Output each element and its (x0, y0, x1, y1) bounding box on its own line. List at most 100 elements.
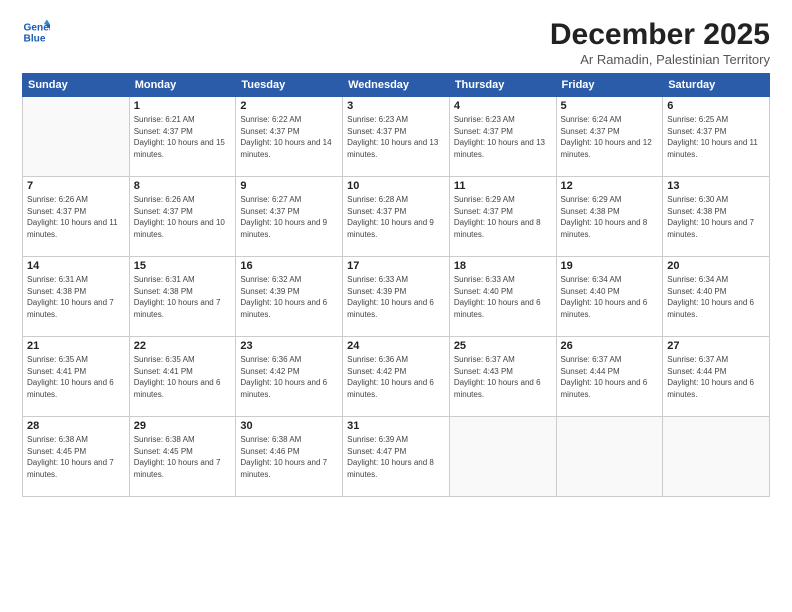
day-cell: 27 Sunrise: 6:37 AMSunset: 4:44 PMDayligh… (663, 337, 770, 417)
logo: General Blue (22, 18, 50, 46)
day-info: Sunrise: 6:23 AMSunset: 4:37 PMDaylight:… (347, 114, 445, 160)
day-cell: 1Sunrise: 6:21 AMSunset: 4:37 PMDaylight… (129, 97, 236, 177)
svg-text:Blue: Blue (24, 33, 46, 44)
week-row-3: 14 Sunrise: 6:31 AMSunset: 4:38 PMDayligh… (23, 257, 770, 337)
week-row-1: 1Sunrise: 6:21 AMSunset: 4:37 PMDaylight… (23, 97, 770, 177)
day-number: 28 (27, 420, 125, 432)
day-info: Sunrise: 6:22 AMSunset: 4:37 PMDaylight:… (240, 114, 338, 160)
day-number: 29 (134, 420, 232, 432)
header-cell-saturday: Saturday (663, 74, 770, 97)
day-number: 8 (134, 180, 232, 192)
day-info: Sunrise: 6:32 AMSunset: 4:39 PMDaylight:… (240, 274, 338, 320)
day-info: Sunrise: 6:34 AMSunset: 4:40 PMDaylight:… (561, 274, 659, 320)
day-cell: 13 Sunrise: 6:30 AMSunset: 4:38 PMDayligh… (663, 177, 770, 257)
day-cell (23, 97, 130, 177)
day-cell: 26Sunrise: 6:37 AMSunset: 4:44 PMDayligh… (556, 337, 663, 417)
day-number: 15 (134, 260, 232, 272)
day-info: Sunrise: 6:38 AMSunset: 4:46 PMDaylight:… (240, 434, 338, 480)
day-info: Sunrise: 6:24 AMSunset: 4:37 PMDaylight:… (561, 114, 659, 160)
page: General Blue December 2025 Ar Ramadin, P… (0, 0, 792, 612)
day-info: Sunrise: 6:26 AMSunset: 4:37 PMDaylight:… (134, 194, 232, 240)
day-cell: 17 Sunrise: 6:33 AMSunset: 4:39 PMDayligh… (343, 257, 450, 337)
day-info: Sunrise: 6:30 AMSunset: 4:38 PMDaylight:… (667, 194, 765, 240)
subtitle: Ar Ramadin, Palestinian Territory (550, 52, 770, 67)
day-info: Sunrise: 6:28 AMSunset: 4:37 PMDaylight:… (347, 194, 445, 240)
header-cell-friday: Friday (556, 74, 663, 97)
day-info: Sunrise: 6:29 AMSunset: 4:38 PMDaylight:… (561, 194, 659, 240)
day-info: Sunrise: 6:38 AMSunset: 4:45 PMDaylight:… (134, 434, 232, 480)
day-info: Sunrise: 6:36 AMSunset: 4:42 PMDaylight:… (240, 354, 338, 400)
day-cell: 31Sunrise: 6:39 AMSunset: 4:47 PMDayligh… (343, 417, 450, 497)
day-cell: 23 Sunrise: 6:36 AMSunset: 4:42 PMDayligh… (236, 337, 343, 417)
day-number: 14 (27, 260, 125, 272)
day-number: 21 (27, 340, 125, 352)
day-number: 23 (240, 340, 338, 352)
day-cell: 29 Sunrise: 6:38 AMSunset: 4:45 PMDayligh… (129, 417, 236, 497)
day-number: 24 (347, 340, 445, 352)
month-title: December 2025 (550, 18, 770, 52)
day-info: Sunrise: 6:27 AMSunset: 4:37 PMDaylight:… (240, 194, 338, 240)
day-number: 22 (134, 340, 232, 352)
day-info: Sunrise: 6:35 AMSunset: 4:41 PMDaylight:… (134, 354, 232, 400)
day-cell: 24 Sunrise: 6:36 AMSunset: 4:42 PMDayligh… (343, 337, 450, 417)
day-cell: 9 Sunrise: 6:27 AMSunset: 4:37 PMDaylight… (236, 177, 343, 257)
day-cell (663, 417, 770, 497)
day-number: 2 (240, 100, 338, 112)
title-area: December 2025 Ar Ramadin, Palestinian Te… (550, 18, 770, 67)
header-cell-monday: Monday (129, 74, 236, 97)
day-info: Sunrise: 6:37 AMSunset: 4:43 PMDaylight:… (454, 354, 552, 400)
day-cell: 18 Sunrise: 6:33 AMSunset: 4:40 PMDayligh… (449, 257, 556, 337)
day-number: 3 (347, 100, 445, 112)
day-number: 5 (561, 100, 659, 112)
day-info: Sunrise: 6:35 AMSunset: 4:41 PMDaylight:… (27, 354, 125, 400)
day-number: 7 (27, 180, 125, 192)
day-cell: 4Sunrise: 6:23 AMSunset: 4:37 PMDaylight… (449, 97, 556, 177)
day-info: Sunrise: 6:31 AMSunset: 4:38 PMDaylight:… (27, 274, 125, 320)
day-cell: 2 Sunrise: 6:22 AMSunset: 4:37 PMDaylight… (236, 97, 343, 177)
day-cell: 7Sunrise: 6:26 AMSunset: 4:37 PMDaylight… (23, 177, 130, 257)
day-number: 4 (454, 100, 552, 112)
day-info: Sunrise: 6:37 AMSunset: 4:44 PMDaylight:… (667, 354, 765, 400)
day-cell: 6 Sunrise: 6:25 AMSunset: 4:37 PMDaylight… (663, 97, 770, 177)
day-info: Sunrise: 6:37 AMSunset: 4:44 PMDaylight:… (561, 354, 659, 400)
day-number: 19 (561, 260, 659, 272)
header-row: SundayMondayTuesdayWednesdayThursdayFrid… (23, 74, 770, 97)
day-info: Sunrise: 6:33 AMSunset: 4:40 PMDaylight:… (454, 274, 552, 320)
day-cell: 3 Sunrise: 6:23 AMSunset: 4:37 PMDaylight… (343, 97, 450, 177)
day-cell (449, 417, 556, 497)
day-number: 27 (667, 340, 765, 352)
day-cell: 21 Sunrise: 6:35 AMSunset: 4:41 PMDayligh… (23, 337, 130, 417)
day-cell: 16 Sunrise: 6:32 AMSunset: 4:39 PMDayligh… (236, 257, 343, 337)
day-number: 9 (240, 180, 338, 192)
day-cell: 11 Sunrise: 6:29 AMSunset: 4:37 PMDayligh… (449, 177, 556, 257)
day-info: Sunrise: 6:36 AMSunset: 4:42 PMDaylight:… (347, 354, 445, 400)
day-number: 31 (347, 420, 445, 432)
day-number: 20 (667, 260, 765, 272)
day-cell: 8 Sunrise: 6:26 AMSunset: 4:37 PMDaylight… (129, 177, 236, 257)
day-cell: 5 Sunrise: 6:24 AMSunset: 4:37 PMDaylight… (556, 97, 663, 177)
day-cell: 19 Sunrise: 6:34 AMSunset: 4:40 PMDayligh… (556, 257, 663, 337)
day-info: Sunrise: 6:31 AMSunset: 4:38 PMDaylight:… (134, 274, 232, 320)
day-cell: 15 Sunrise: 6:31 AMSunset: 4:38 PMDayligh… (129, 257, 236, 337)
header: General Blue December 2025 Ar Ramadin, P… (22, 18, 770, 67)
day-cell: 30 Sunrise: 6:38 AMSunset: 4:46 PMDayligh… (236, 417, 343, 497)
logo-icon: General Blue (22, 18, 50, 46)
week-row-5: 28 Sunrise: 6:38 AMSunset: 4:45 PMDayligh… (23, 417, 770, 497)
day-info: Sunrise: 6:25 AMSunset: 4:37 PMDaylight:… (667, 114, 765, 160)
day-number: 13 (667, 180, 765, 192)
day-info: Sunrise: 6:33 AMSunset: 4:39 PMDaylight:… (347, 274, 445, 320)
header-cell-sunday: Sunday (23, 74, 130, 97)
day-number: 25 (454, 340, 552, 352)
day-cell: 25 Sunrise: 6:37 AMSunset: 4:43 PMDayligh… (449, 337, 556, 417)
day-info: Sunrise: 6:29 AMSunset: 4:37 PMDaylight:… (454, 194, 552, 240)
day-number: 30 (240, 420, 338, 432)
day-number: 6 (667, 100, 765, 112)
day-number: 17 (347, 260, 445, 272)
day-number: 11 (454, 180, 552, 192)
day-number: 18 (454, 260, 552, 272)
day-cell: 12Sunrise: 6:29 AMSunset: 4:38 PMDayligh… (556, 177, 663, 257)
day-number: 16 (240, 260, 338, 272)
week-row-4: 21 Sunrise: 6:35 AMSunset: 4:41 PMDayligh… (23, 337, 770, 417)
day-info: Sunrise: 6:21 AMSunset: 4:37 PMDaylight:… (134, 114, 232, 160)
day-cell: 10Sunrise: 6:28 AMSunset: 4:37 PMDayligh… (343, 177, 450, 257)
